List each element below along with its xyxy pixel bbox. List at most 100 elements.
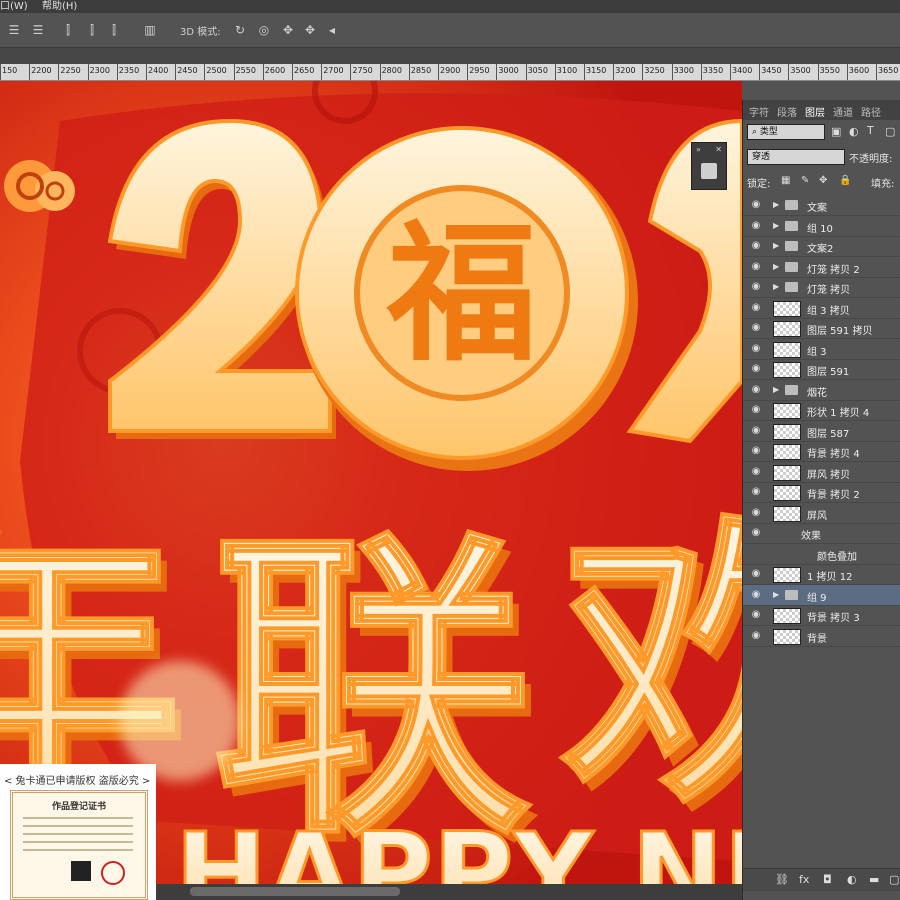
tab-paths[interactable]: 路径 xyxy=(861,104,881,119)
ruler-tick-label: 2200 xyxy=(31,66,52,75)
layer-row[interactable]: ◉ 背景 拷贝 4 xyxy=(743,441,900,462)
3d-pan-icon[interactable]: ✥ xyxy=(280,22,296,38)
mode-3d-label: 3D 模式: xyxy=(180,27,221,38)
layer-row[interactable]: ◉ ▶ 灯笼 拷贝 xyxy=(743,277,900,298)
visibility-eye-icon[interactable]: ◉ xyxy=(750,240,762,252)
layer-name: 灯笼 拷贝 xyxy=(807,285,851,296)
layer-row[interactable]: ◉ ▶ 组 9 xyxy=(743,584,900,606)
visibility-eye-icon[interactable]: ◉ xyxy=(750,568,762,580)
layer-row[interactable]: ◉ ▶ 文案2 xyxy=(743,236,900,257)
layer-name: 屏风 xyxy=(807,510,827,522)
tab-channels[interactable]: 通道 xyxy=(833,104,853,119)
expand-arrow-icon[interactable]: ▶ xyxy=(773,200,779,209)
layer-row[interactable]: ◉ 组 3 xyxy=(743,339,900,360)
align-middle-icon[interactable]: ☰ xyxy=(30,22,46,38)
layer-row[interactable]: ◉ 图层 591 xyxy=(743,359,900,380)
layer-row[interactable]: ◉ 图层 587 xyxy=(743,421,900,442)
menu-item-window[interactable]: 口(W) xyxy=(0,0,28,13)
visibility-eye-icon[interactable]: ◉ xyxy=(750,466,762,478)
visibility-eye-icon[interactable]: ◉ xyxy=(750,220,762,232)
3d-scale-icon[interactable]: ◂ xyxy=(324,22,340,38)
visibility-eye-icon[interactable]: ◉ xyxy=(750,589,762,601)
layer-row[interactable]: ◉ 背景 拷贝 2 xyxy=(743,482,900,503)
filter-shape-icon[interactable]: ▢ xyxy=(885,125,895,138)
3d-rotate-icon[interactable]: ↻ xyxy=(232,22,248,38)
layer-row[interactable]: ◉ ▶ 文案 xyxy=(743,195,900,216)
lock-pixels-icon[interactable]: ✎ xyxy=(801,175,809,186)
filter-pixel-icon[interactable]: ▣ xyxy=(831,125,841,138)
link-layers-icon[interactable]: ⛓ xyxy=(775,873,789,886)
layer-row[interactable]: ◉ 图层 591 拷贝 xyxy=(743,318,900,339)
scrollbar-thumb[interactable] xyxy=(190,887,400,896)
visibility-eye-icon[interactable]: ◉ xyxy=(750,343,762,355)
expand-arrow-icon[interactable]: ▶ xyxy=(773,282,779,291)
menu-item-help[interactable]: 帮助(H) xyxy=(42,0,77,13)
layer-row[interactable]: ◉ 1 拷贝 12 xyxy=(743,564,900,585)
layer-row[interactable]: ◉ 效果 xyxy=(743,523,900,544)
visibility-eye-icon[interactable]: ◉ xyxy=(750,404,762,416)
layer-row[interactable]: ◉ 形状 1 拷贝 4 xyxy=(743,400,900,421)
filter-type-icon[interactable]: T xyxy=(867,124,874,137)
visibility-eye-icon[interactable]: ◉ xyxy=(750,507,762,519)
align-top-icon[interactable]: ☰ xyxy=(6,22,22,38)
visibility-eye-icon[interactable]: ◉ xyxy=(750,199,762,211)
layer-name: 组 9 xyxy=(807,592,827,604)
layer-row[interactable]: ◉ 屏风 xyxy=(743,503,900,524)
layer-filter-select[interactable]: ⌕ 类型 xyxy=(747,124,825,140)
expand-arrow-icon[interactable]: ▶ xyxy=(773,590,779,599)
distribute-icon[interactable]: ▥ xyxy=(142,22,158,38)
cube-icon[interactable] xyxy=(701,163,717,179)
visibility-eye-icon[interactable]: ◉ xyxy=(750,527,762,539)
layer-row[interactable]: ◉ ▶ 组 10 xyxy=(743,216,900,237)
lock-position-icon[interactable]: ✥ xyxy=(819,175,827,186)
visibility-eye-icon[interactable]: ◉ xyxy=(750,425,762,437)
visibility-eye-icon[interactable]: ◉ xyxy=(750,281,762,293)
ruler-tick-mark xyxy=(87,64,89,80)
lock-all-icon[interactable]: 🔒 xyxy=(839,175,851,186)
visibility-eye-icon[interactable]: ◉ xyxy=(750,609,762,621)
collapsed-panel-dock[interactable]: » ✕ xyxy=(691,142,727,190)
layer-row[interactable]: ◉ 背景 拷贝 3 xyxy=(743,605,900,626)
expand-arrow-icon[interactable]: ▶ xyxy=(773,221,779,230)
visibility-eye-icon[interactable]: ◉ xyxy=(750,486,762,498)
ruler-tick-mark xyxy=(846,64,848,80)
visibility-eye-icon[interactable]: ◉ xyxy=(750,322,762,334)
visibility-eye-icon[interactable]: ◉ xyxy=(750,445,762,457)
fx-icon[interactable]: fx xyxy=(799,873,809,886)
visibility-eye-icon[interactable]: ◉ xyxy=(750,363,762,375)
align-center-icon[interactable]: ⫿ xyxy=(84,22,100,38)
3d-slide-icon[interactable]: ✥ xyxy=(302,22,318,38)
visibility-eye-icon[interactable]: ◉ xyxy=(750,384,762,396)
tab-layers[interactable]: 图层 xyxy=(805,104,825,119)
layer-row[interactable]: ◉ ▶ 灯笼 拷贝 2 xyxy=(743,257,900,278)
expand-arrow-icon[interactable]: ▶ xyxy=(773,241,779,250)
expand-icon[interactable]: » xyxy=(696,145,701,154)
layer-row[interactable]: ◉ 背景 xyxy=(743,626,900,647)
visibility-eye-icon[interactable]: ◉ xyxy=(750,302,762,314)
layer-row[interactable]: ◉ 组 3 拷贝 xyxy=(743,298,900,319)
3d-roll-icon[interactable]: ◎ xyxy=(256,22,272,38)
visibility-eye-icon[interactable]: ◉ xyxy=(750,261,762,273)
document-tab-bar xyxy=(0,48,900,64)
blend-mode-select[interactable]: 穿透 xyxy=(747,149,845,165)
filter-adjustment-icon[interactable]: ◐ xyxy=(849,125,859,138)
expand-arrow-icon[interactable]: ▶ xyxy=(773,385,779,394)
align-left-icon[interactable]: ⫿ xyxy=(60,22,76,38)
ruler-tick-label: 3250 xyxy=(644,66,665,75)
tab-paragraph[interactable]: 段落 xyxy=(777,104,797,119)
layer-row[interactable]: ◉ 屏风 拷贝 xyxy=(743,462,900,483)
layer-row[interactable]: 颜色叠加 xyxy=(743,544,900,565)
lock-transparency-icon[interactable]: ▦ xyxy=(781,175,790,186)
close-icon[interactable]: ✕ xyxy=(715,145,722,154)
layer-row[interactable]: ◉ ▶ 烟花 xyxy=(743,380,900,401)
tab-character[interactable]: 字符 xyxy=(749,104,769,119)
ruler-tick-label: 2700 xyxy=(323,66,344,75)
layer-name: 烟花 xyxy=(807,387,827,399)
adjustment-layer-icon[interactable]: ◐ xyxy=(847,873,857,886)
align-right-icon[interactable]: ⫿ xyxy=(106,22,122,38)
add-mask-icon[interactable]: ◘ xyxy=(823,873,832,886)
new-group-icon[interactable]: ▬ xyxy=(869,873,879,886)
expand-arrow-icon[interactable]: ▶ xyxy=(773,262,779,271)
visibility-eye-icon[interactable]: ◉ xyxy=(750,630,762,642)
new-layer-icon[interactable]: ▢ xyxy=(889,873,899,886)
